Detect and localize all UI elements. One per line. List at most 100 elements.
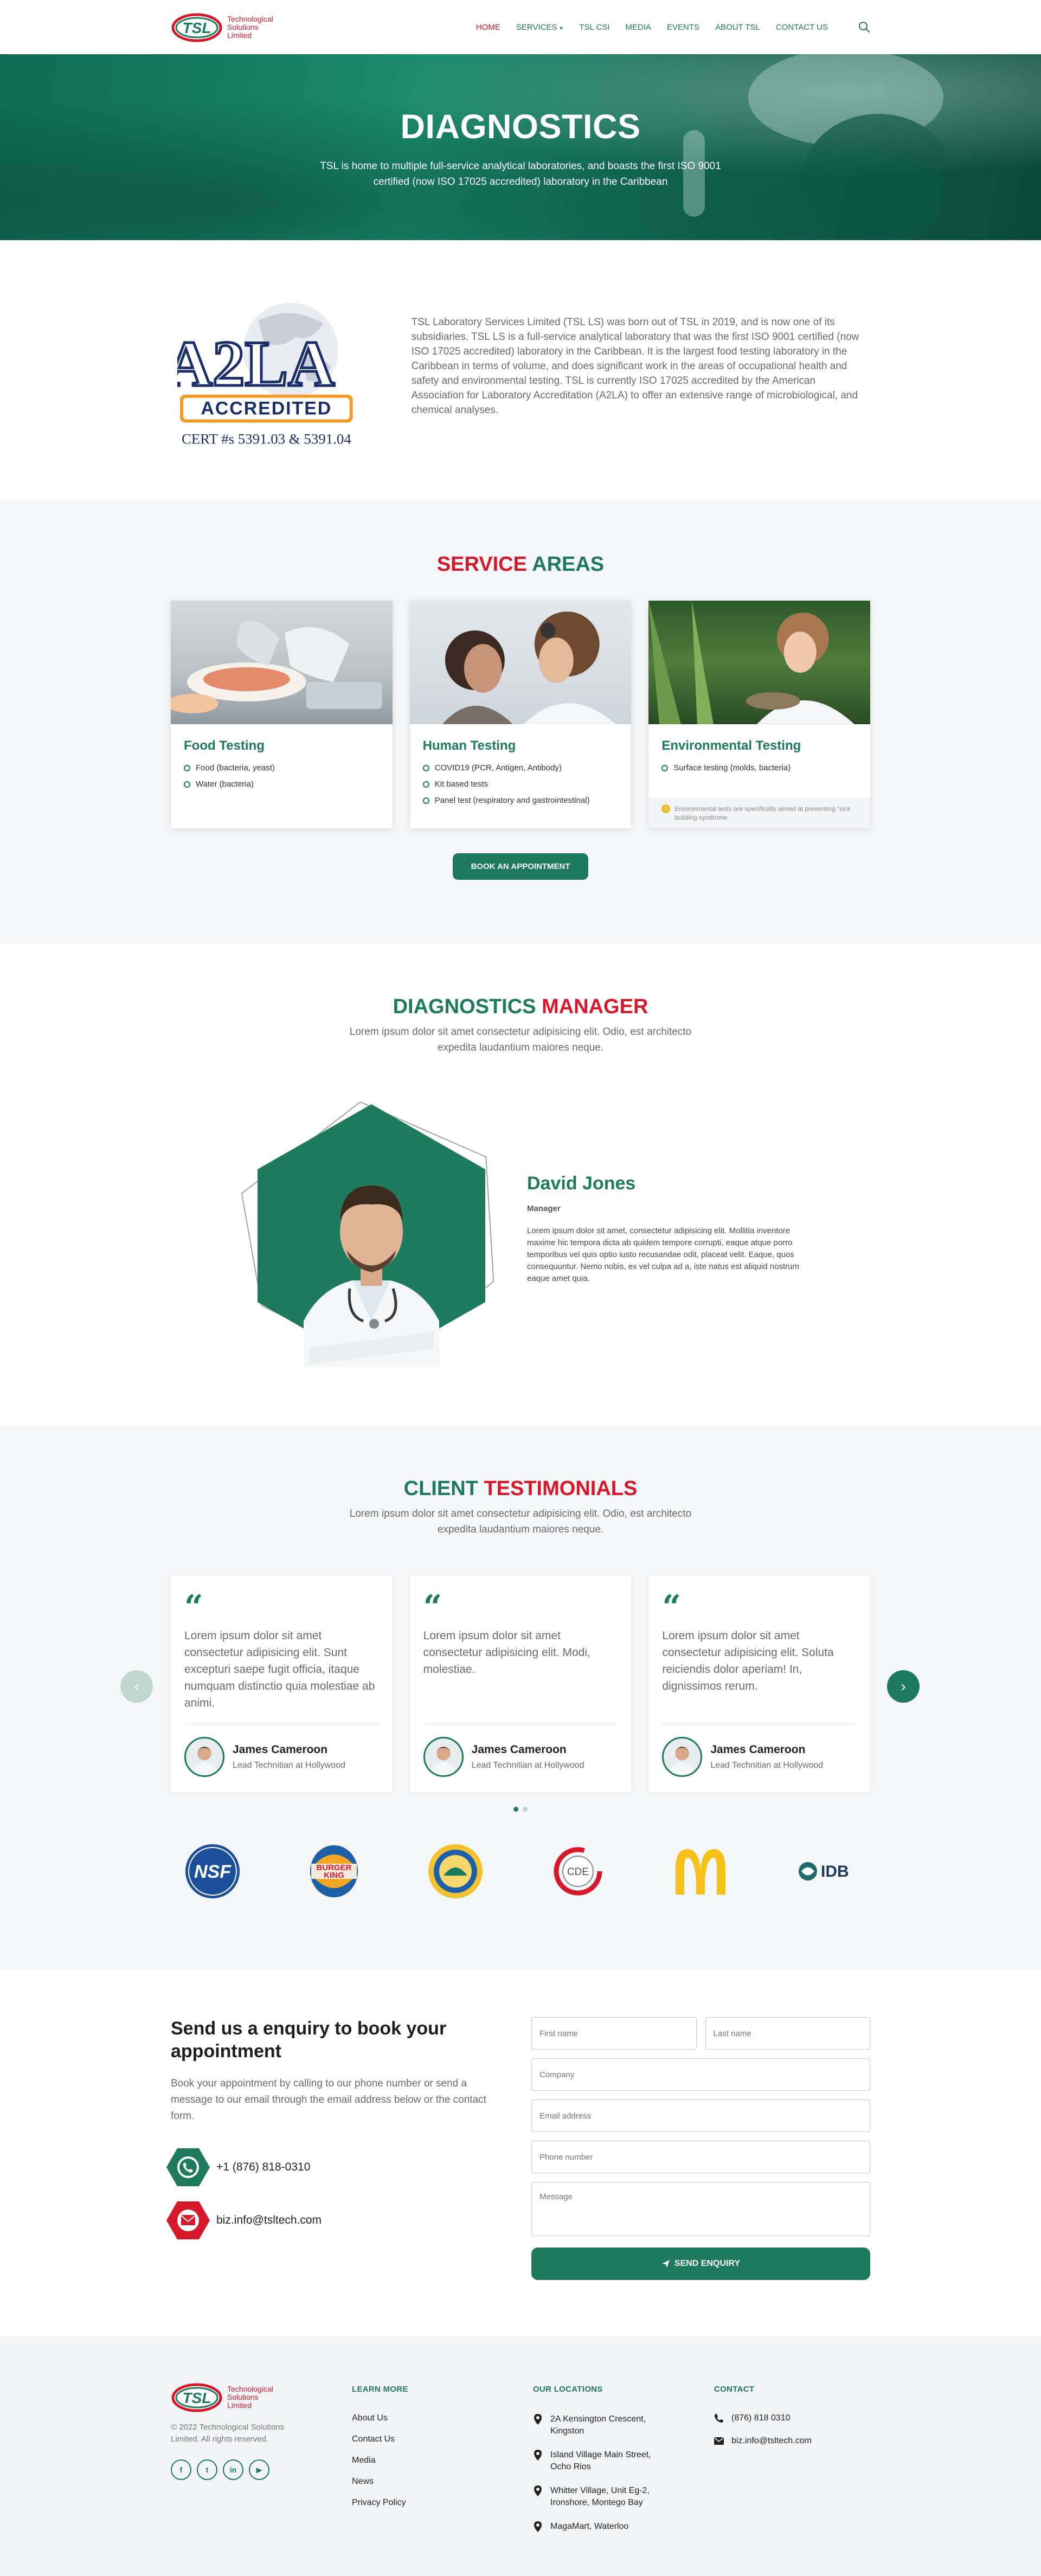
nav-contact[interactable]: CONTACT US [776, 23, 828, 32]
brand-name-line3: Limited [227, 30, 252, 40]
carousel-dot[interactable] [513, 1807, 518, 1812]
service-list: Food (bacteria, yeast) Water (bacteria) [184, 763, 393, 789]
footer-link-media[interactable]: Media [352, 2456, 533, 2465]
testimonial-role: Lead Technitian at Hollywood [710, 1761, 824, 1770]
hero-subtitle: TSL is home to multiple full-service ana… [320, 160, 721, 188]
email-icon [166, 2201, 210, 2239]
first-name-input[interactable] [531, 2017, 697, 2050]
client-logos: NSF BURGER KING CDE IDB [171, 1843, 870, 1899]
nav-tsl-csi[interactable]: TSL CSI [579, 23, 609, 32]
footer-link-about[interactable]: About Us [352, 2413, 533, 2423]
nav-services[interactable]: SERVICES ▼ [516, 23, 564, 32]
email-input[interactable] [531, 2100, 870, 2132]
testimonial-text: Lorem ipsum dolor sit amet consectetur a… [423, 1630, 590, 1676]
brand-name-line1: Technological [227, 2384, 273, 2393]
carousel-next-button[interactable]: › [887, 1670, 920, 1703]
location-item: Island Village Main Street, Ocho Rios [533, 2449, 714, 2473]
location-item: Whitter Village, Unit Eg-2, Ironshore, M… [533, 2485, 714, 2509]
message-textarea[interactable] [531, 2182, 870, 2236]
enquiry-title: Send us a enquiry to book your appointme… [171, 2018, 447, 2062]
quote-icon: “ [423, 1588, 442, 1626]
footer-link-news[interactable]: News [352, 2477, 533, 2487]
accredited-label: ACCREDITED [201, 398, 332, 419]
idb-logo: IDB [799, 1862, 849, 1881]
hero-title: DIAGNOSTICS [400, 108, 641, 146]
map-pin-icon [534, 2521, 542, 2532]
service-areas-section: SERVICE AREAS Food Testing Food (bacteri… [0, 500, 1041, 944]
carousel-dots [171, 1807, 870, 1812]
brand-name-line3: Limited [227, 2400, 252, 2410]
burger-king-line2: KING [324, 1871, 344, 1880]
nav-about[interactable]: ABOUT TSL [715, 23, 760, 32]
footer-logo[interactable]: TSL Technological Solutions Limited [171, 2379, 352, 2415]
testimonials-section: CLIENT TESTIMONIALS Lorem ipsum dolor si… [0, 1426, 1041, 1969]
service-list-item: Food (bacteria, yeast) [184, 763, 393, 772]
phone-contact[interactable]: +1 (876) 818-0310 [166, 2146, 503, 2188]
service-card-food[interactable]: Food Testing Food (bacteria, yeast) Wate… [171, 601, 393, 828]
search-icon[interactable] [858, 21, 870, 33]
social-links: f t in ▶ [171, 2459, 352, 2480]
send-enquiry-button[interactable]: SEND ENQUIRY [531, 2247, 870, 2280]
manager-section-subtitle: Lorem ipsum dolor sit amet consectetur a… [349, 1026, 692, 1053]
nav-events[interactable]: EVENTS [667, 23, 699, 32]
service-list-item: Panel test (respiratory and gastrointest… [422, 796, 632, 805]
footer-brand: TSL Technological Solutions Limited © 20… [171, 2379, 352, 2545]
phone-input[interactable] [531, 2141, 870, 2173]
government-seal-logo [428, 1844, 483, 1898]
intro-text: TSL Laboratory Services Limited (TSL LS)… [411, 317, 859, 416]
send-icon [661, 2260, 670, 2268]
chevron-right-icon: › [901, 1678, 906, 1695]
avatar [662, 1737, 703, 1777]
manager-name: David Jones [527, 1173, 636, 1194]
email-address: biz.info@tsltech.com [216, 2214, 322, 2226]
testimonial-role: Lead Technitian at Hollywood [233, 1761, 345, 1770]
tsl-logo-icon: TSL [171, 13, 222, 42]
map-pin-icon [534, 2414, 542, 2425]
email-icon [714, 2437, 724, 2445]
nav-home[interactable]: HOME [476, 23, 500, 32]
footer-email[interactable]: biz.info@tsltech.com [714, 2436, 870, 2446]
youtube-icon[interactable]: ▶ [249, 2459, 269, 2480]
manager-title-word1: DIAGNOSTICS [393, 995, 536, 1018]
nav-services-label: SERVICES [516, 22, 557, 32]
carousel-dot[interactable] [523, 1807, 528, 1812]
manager-role: Manager [527, 1204, 561, 1213]
company-input[interactable] [531, 2058, 870, 2091]
service-list-item: Water (bacteria) [184, 780, 393, 789]
a2la-badge-mark: A2LA [177, 328, 335, 400]
service-item-text: Kit based tests [434, 780, 489, 789]
service-item-text: Water (bacteria) [196, 780, 254, 789]
testimonial-text: Lorem ipsum dolor sit amet consectetur a… [662, 1630, 834, 1692]
enquiry-text: Book your appointment by calling to our … [171, 2078, 486, 2122]
food-testing-image [171, 601, 393, 724]
brand-logo[interactable]: TSL Technological Solutions Limited [171, 9, 273, 45]
facebook-icon[interactable]: f [171, 2459, 191, 2480]
phone-icon [715, 2413, 723, 2423]
footer-link-contact[interactable]: Contact Us [352, 2435, 533, 2444]
service-card-environmental[interactable]: Environmental Testing Surface testing (m… [648, 601, 871, 828]
bullet-circle-icon [422, 781, 429, 788]
brand-name: Technological Solutions Limited [227, 2385, 273, 2410]
hero-banner: DIAGNOSTICS TSL is home to multiple full… [0, 54, 1041, 240]
bullet-circle-icon [661, 764, 669, 771]
brand-name-line2: Solutions [227, 2392, 259, 2401]
service-item-text: Food (bacteria, yeast) [196, 763, 275, 772]
quote-icon: “ [662, 1588, 681, 1626]
footer-link-privacy[interactable]: Privacy Policy [352, 2498, 533, 2508]
nav-media[interactable]: MEDIA [626, 23, 652, 32]
intro-section: A2LA ACCREDITED CERT #s 5391.03 & 5391.0… [0, 240, 1041, 500]
last-name-input[interactable] [705, 2017, 870, 2050]
tsl-logo-icon: TSL [171, 2383, 222, 2412]
service-card-human[interactable]: Human Testing COVID19 (PCR, Antigen, Ant… [409, 601, 632, 828]
footer-phone[interactable]: (876) 818 0310 [714, 2413, 870, 2423]
testimonial-name: James Cameroon [233, 1743, 328, 1756]
carousel-prev-button[interactable]: ‹ [120, 1670, 153, 1703]
book-appointment-button[interactable]: BOOK AN APPOINTMENT [453, 853, 588, 880]
twitter-icon[interactable]: t [197, 2459, 217, 2480]
email-contact[interactable]: biz.info@tsltech.com [166, 2199, 503, 2242]
avatar [184, 1737, 224, 1777]
service-card-title: Food Testing [184, 738, 265, 753]
linkedin-icon[interactable]: in [223, 2459, 243, 2480]
contact-heading: CONTACT [714, 2385, 755, 2394]
service-card-note: ! Environmental tests are specifically a… [648, 798, 871, 828]
